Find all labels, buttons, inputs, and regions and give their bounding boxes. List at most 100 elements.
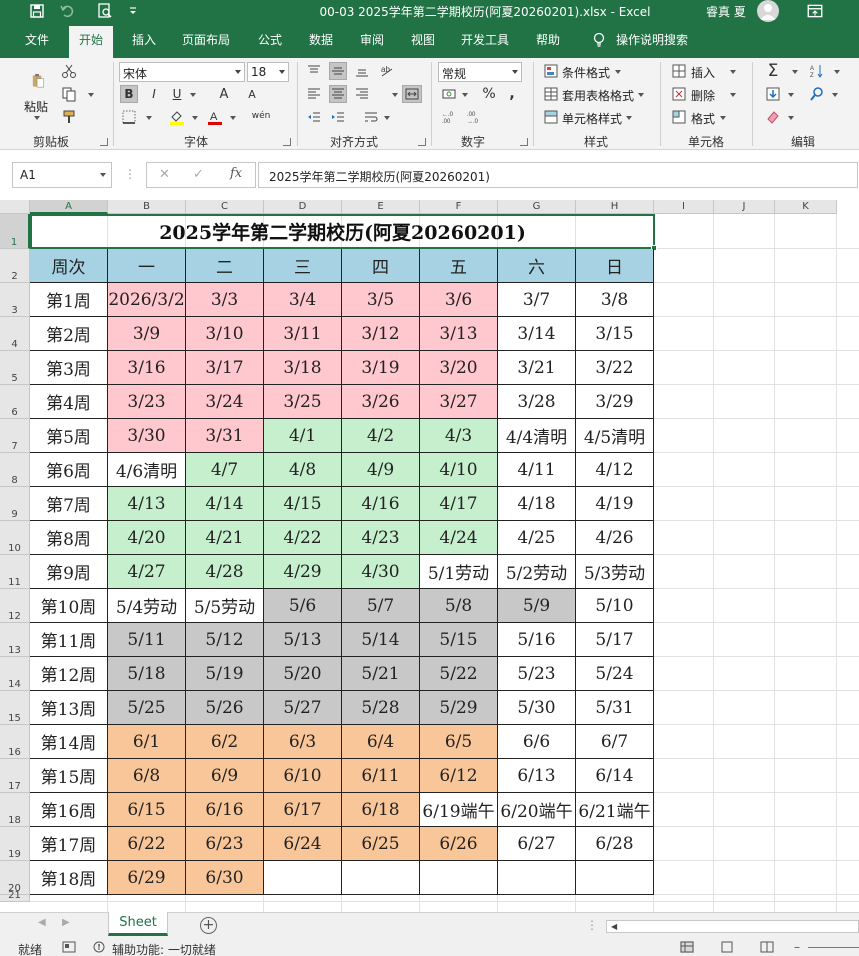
format-as-table-button[interactable]: 套用表格格式 xyxy=(562,87,634,104)
date-cell[interactable]: 3/13 xyxy=(420,317,498,351)
date-cell[interactable]: 3/20 xyxy=(420,351,498,385)
date-cell[interactable]: 3/17 xyxy=(186,351,264,385)
undo-icon[interactable] xyxy=(58,2,76,20)
date-cell[interactable]: 5/14 xyxy=(342,623,420,657)
date-cell[interactable]: 5/2劳动 xyxy=(498,555,576,589)
date-cell[interactable]: 5/11 xyxy=(108,623,186,657)
grow-font-button[interactable]: A xyxy=(215,85,233,103)
date-cell[interactable]: 3/3 xyxy=(186,283,264,317)
row-header[interactable]: 2 xyxy=(0,249,30,283)
date-cell[interactable]: 3/21 xyxy=(498,351,576,385)
date-cell[interactable]: 6/17 xyxy=(264,793,342,827)
date-cell[interactable]: 4/10 xyxy=(420,453,498,487)
bold-button[interactable]: B xyxy=(120,85,138,103)
tab-help[interactable]: 帮助 xyxy=(536,31,560,48)
find-select-icon[interactable] xyxy=(808,85,826,103)
accessibility-icon[interactable] xyxy=(92,941,106,953)
week-label-cell[interactable]: 第2周 xyxy=(30,317,108,351)
date-cell[interactable]: 6/14 xyxy=(576,759,654,793)
date-cell[interactable]: 4/26 xyxy=(576,521,654,555)
add-sheet-icon[interactable]: + xyxy=(200,917,217,934)
date-cell[interactable]: 4/2 xyxy=(342,419,420,453)
date-cell[interactable] xyxy=(576,861,654,895)
date-cell[interactable]: 6/26 xyxy=(420,827,498,861)
cell-styles-dropdown-icon[interactable] xyxy=(626,116,632,120)
autosum-dropdown-icon[interactable] xyxy=(792,70,798,74)
print-preview-icon[interactable] xyxy=(96,2,114,20)
tab-file[interactable]: 文件 xyxy=(25,31,49,48)
zoom-out-icon[interactable]: – xyxy=(794,940,800,954)
user-name[interactable]: 睿真 夏 xyxy=(706,3,746,20)
column-header[interactable]: F xyxy=(420,200,498,214)
date-cell[interactable]: 3/27 xyxy=(420,385,498,419)
date-cell[interactable]: 4/6清明 xyxy=(108,453,186,487)
avatar[interactable] xyxy=(757,0,779,22)
macro-record-icon[interactable] xyxy=(62,941,76,953)
date-cell[interactable]: 5/21 xyxy=(342,657,420,691)
accessibility-status[interactable]: 辅助功能: 一切就绪 xyxy=(112,941,216,956)
weekday-header-cell[interactable]: 日 xyxy=(576,249,654,283)
date-cell[interactable]: 6/27 xyxy=(498,827,576,861)
sort-filter-dropdown-icon[interactable] xyxy=(834,70,840,74)
date-cell[interactable]: 3/5 xyxy=(342,283,420,317)
scroll-left-icon[interactable]: ◀ xyxy=(38,917,46,928)
week-label-cell[interactable]: 第5周 xyxy=(30,419,108,453)
conditional-format-button[interactable]: 条件格式 xyxy=(562,64,610,81)
row-header[interactable]: 13 xyxy=(0,623,30,657)
date-cell[interactable]: 6/30 xyxy=(186,861,264,895)
date-cell[interactable]: 5/27 xyxy=(264,691,342,725)
tab-review[interactable]: 审阅 xyxy=(360,31,384,48)
date-cell[interactable] xyxy=(498,861,576,895)
date-cell[interactable]: 6/3 xyxy=(264,725,342,759)
column-header[interactable]: D xyxy=(264,200,342,214)
paste-button[interactable]: 粘贴 xyxy=(24,98,48,115)
number-launcher-icon[interactable] xyxy=(520,138,528,146)
date-cell[interactable]: 5/22 xyxy=(420,657,498,691)
insert-dropdown-icon[interactable] xyxy=(730,70,736,74)
borders-dropdown-icon[interactable] xyxy=(146,116,152,120)
date-cell[interactable]: 3/11 xyxy=(264,317,342,351)
date-cell[interactable]: 2026/3/2 xyxy=(108,283,186,317)
delete-cells-button[interactable]: 删除 xyxy=(691,87,715,104)
date-cell[interactable] xyxy=(264,861,342,895)
week-label-cell[interactable]: 第17周 xyxy=(30,827,108,861)
align-right-icon[interactable] xyxy=(353,85,371,103)
column-header[interactable]: I xyxy=(654,200,714,214)
date-cell[interactable]: 5/30 xyxy=(498,691,576,725)
date-cell[interactable]: 5/25 xyxy=(108,691,186,725)
date-cell[interactable]: 5/9 xyxy=(498,589,576,623)
row-header[interactable]: 14 xyxy=(0,657,30,691)
ribbon-display-options-icon[interactable] xyxy=(806,2,824,20)
date-cell[interactable]: 4/28 xyxy=(186,555,264,589)
weekday-header-cell[interactable]: 六 xyxy=(498,249,576,283)
normal-view-icon[interactable] xyxy=(680,941,694,953)
date-cell[interactable]: 6/21端午 xyxy=(576,793,654,827)
weekday-header-cell[interactable]: 三 xyxy=(264,249,342,283)
date-cell[interactable]: 6/25 xyxy=(342,827,420,861)
date-cell[interactable]: 3/30 xyxy=(108,419,186,453)
date-cell[interactable]: 5/6 xyxy=(264,589,342,623)
tab-developer[interactable]: 开发工具 xyxy=(461,31,509,48)
clear-dropdown-icon[interactable] xyxy=(788,116,794,120)
date-cell[interactable]: 6/22 xyxy=(108,827,186,861)
week-label-cell[interactable]: 第13周 xyxy=(30,691,108,725)
page-layout-view-icon[interactable] xyxy=(720,941,734,953)
date-cell[interactable]: 4/15 xyxy=(264,487,342,521)
week-label-cell[interactable]: 第15周 xyxy=(30,759,108,793)
date-cell[interactable]: 3/9 xyxy=(108,317,186,351)
align-left-icon[interactable] xyxy=(305,85,323,103)
paste-icon[interactable] xyxy=(24,64,52,98)
font-launcher-icon[interactable] xyxy=(283,138,291,146)
wrap-dropdown-icon[interactable] xyxy=(384,116,390,120)
date-cell[interactable]: 6/6 xyxy=(498,725,576,759)
alignment-launcher-icon[interactable] xyxy=(418,138,426,146)
comma-style-button[interactable]: , xyxy=(503,85,521,103)
week-label-cell[interactable]: 第1周 xyxy=(30,283,108,317)
date-cell[interactable]: 5/26 xyxy=(186,691,264,725)
italic-button[interactable]: I xyxy=(145,85,163,103)
enter-icon[interactable]: ✓ xyxy=(193,167,204,182)
week-label-cell[interactable]: 第10周 xyxy=(30,589,108,623)
name-box[interactable]: A1 xyxy=(12,162,112,188)
week-label-cell[interactable]: 第11周 xyxy=(30,623,108,657)
number-format-combo[interactable]: 常规 xyxy=(438,62,522,82)
